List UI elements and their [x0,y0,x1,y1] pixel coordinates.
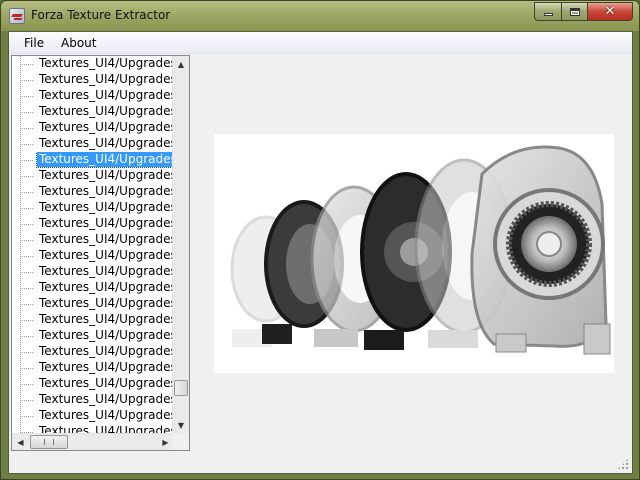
scroll-corner [172,433,189,450]
tree-list[interactable]: Textures_UI4/Upgrades/EngTextures_UI4/Up… [12,56,174,434]
title-bar[interactable]: Forza Texture Extractor ✕ [1,1,639,31]
tree-item-label[interactable]: Textures_UI4/Upgrades/Pla [37,376,174,391]
tree-item[interactable]: Textures_UI4/Upgrades/Pla [12,232,174,248]
rotary-engine-image [230,145,611,355]
tree-item-label[interactable]: Textures_UI4/Upgrades/Pla [37,312,174,327]
tree-item[interactable]: Textures_UI4/Upgrades/Eng [12,104,174,120]
tree-item[interactable]: Textures_UI4/Upgrades/Pla [12,376,174,392]
tree-item-label[interactable]: Textures_UI4/Upgrades/Eng [37,88,174,103]
horizontal-scrollbar[interactable]: ◀ ▶ [12,433,174,450]
tree-connector-dash [20,128,34,129]
tree-connector-dash [20,304,34,305]
maximize-button[interactable] [561,2,587,21]
tree-connector-dash [20,368,34,369]
tree-connector-dash [20,352,34,353]
tree-connector-dash [20,64,34,65]
menu-file[interactable]: File [24,36,44,50]
vertical-scroll-thumb[interactable] [174,380,188,396]
tree-item-label[interactable]: Textures_UI4/Upgrades/Pla [37,248,174,263]
tree-item[interactable]: Textures_UI4/Upgrades/Inst [12,184,174,200]
window-controls: ✕ [534,2,633,21]
tree-item-label[interactable]: Textures_UI4/Upgrades/Pla [37,360,174,375]
tree-item[interactable]: Textures_UI4/Upgrades/Pla [12,280,174,296]
tree-item-label[interactable]: Textures_UI4/Upgrades/Eng [37,72,174,87]
tree-item[interactable]: Textures_UI4/Upgrades/Eng [12,120,174,136]
tree-item[interactable]: Textures_UI4/Upgrades/Pla [12,392,174,408]
tree-item-label[interactable]: Textures_UI4/Upgrades/Eng [37,120,174,135]
client-area: File About Textures_UI4/Upgrades/EngText… [8,31,633,474]
tree-item[interactable]: Textures_UI4/Upgrades/Pla [12,248,174,264]
tree-item-label[interactable]: Textures_UI4/Upgrades/Ow [37,200,174,215]
tree-connector-dash [20,80,34,81]
tree-item-label[interactable]: Textures_UI4/Upgrades/Pla [37,216,174,231]
tree-item[interactable]: Textures_UI4/Upgrades/Eng [12,72,174,88]
tree-item[interactable]: Textures_UI4/Upgrades/Pla [12,264,174,280]
maximize-icon [569,7,580,16]
tree-connector-dash [20,144,34,145]
tree-item-label[interactable]: Textures_UI4/Upgrades/Pla [37,408,174,423]
tree-item-label[interactable]: Textures_UI4/Upgrades/Eng [36,152,174,168]
tree-item-label[interactable]: Textures_UI4/Upgrades/Inst [37,184,174,199]
tree-connector-dash [20,192,34,193]
tree-connector-dash [20,320,34,321]
tree-item[interactable]: Textures_UI4/Upgrades/Pla [12,408,174,424]
close-icon: ✕ [604,4,616,19]
tree-item[interactable]: Textures_UI4/Upgrades/Pla [12,296,174,312]
scroll-down-icon[interactable]: ▼ [173,417,189,434]
tree-connector-dash [20,256,34,257]
tree-item[interactable]: Textures_UI4/Upgrades/Eng [12,88,174,104]
scroll-up-icon[interactable]: ▲ [173,56,189,73]
tree-item[interactable]: Textures_UI4/Upgrades/Eng [12,168,174,184]
tree-connector-dash [20,176,34,177]
tree-connector-dash [20,96,34,97]
tree-item-label[interactable]: Textures_UI4/Upgrades/Pla [37,264,174,279]
tree-item[interactable]: Textures_UI4/Upgrades/Eng [12,56,174,72]
tree-connector-dash [20,112,34,113]
tree-item[interactable]: Textures_UI4/Upgrades/Eng [12,136,174,152]
horizontal-scroll-thumb[interactable] [30,435,68,449]
close-button[interactable]: ✕ [587,2,633,21]
tree-item-label[interactable]: Textures_UI4/Upgrades/Pla [37,392,174,407]
tree-item[interactable]: Textures_UI4/Upgrades/Pla [12,216,174,232]
tree-connector-dash [20,288,34,289]
tree-connector-dash [20,224,34,225]
tree-item-label[interactable]: Textures_UI4/Upgrades/Eng [37,104,174,119]
tree-item-label[interactable]: Textures_UI4/Upgrades/Pla [37,232,174,247]
tree-connector-dash [20,416,34,417]
tree-connector-dash [20,336,34,337]
window-title: Forza Texture Extractor [31,8,171,22]
tree-item-label[interactable]: Textures_UI4/Upgrades/Pla [37,280,174,295]
texture-tree[interactable]: Textures_UI4/Upgrades/EngTextures_UI4/Up… [11,55,190,451]
app-icon[interactable] [9,8,25,24]
resize-grip-icon[interactable] [617,458,629,470]
tree-item-label[interactable]: Textures_UI4/Upgrades/Eng [37,168,174,183]
tree-connector-dash [20,240,34,241]
tree-connector-dash [20,384,34,385]
tree-item-label[interactable]: Textures_UI4/Upgrades/Eng [37,56,174,71]
tree-item[interactable]: Textures_UI4/Upgrades/Pla [12,344,174,360]
tree-item[interactable]: Textures_UI4/Upgrades/Pla [12,312,174,328]
texture-preview [214,134,614,373]
tree-item-label[interactable]: Textures_UI4/Upgrades/Eng [37,136,174,151]
tree-item[interactable]: Textures_UI4/Upgrades/Ow [12,200,174,216]
status-bar [9,453,632,473]
tree-item[interactable]: Textures_UI4/Upgrades/Pla [12,360,174,376]
tree-item-label[interactable]: Textures_UI4/Upgrades/Pla [37,328,174,343]
tree-connector-dash [20,160,34,161]
tree-item-label[interactable]: Textures_UI4/Upgrades/Pla [37,296,174,311]
vertical-scrollbar[interactable]: ▲ ▼ [172,56,189,434]
scroll-left-icon[interactable]: ◀ [12,434,29,450]
menu-bar: File About [9,32,632,54]
minimize-icon [543,13,553,16]
app-window: Forza Texture Extractor ✕ File About Tex… [0,0,640,480]
tree-connector-dash [20,400,34,401]
tree-item[interactable]: Textures_UI4/Upgrades/Pla [12,328,174,344]
menu-about[interactable]: About [61,36,96,50]
tree-connector-dash [20,272,34,273]
tree-connector-dash [20,208,34,209]
tree-item-label[interactable]: Textures_UI4/Upgrades/Pla [37,344,174,359]
tree-item[interactable]: Textures_UI4/Upgrades/Eng [12,152,174,168]
minimize-button[interactable] [534,2,561,21]
